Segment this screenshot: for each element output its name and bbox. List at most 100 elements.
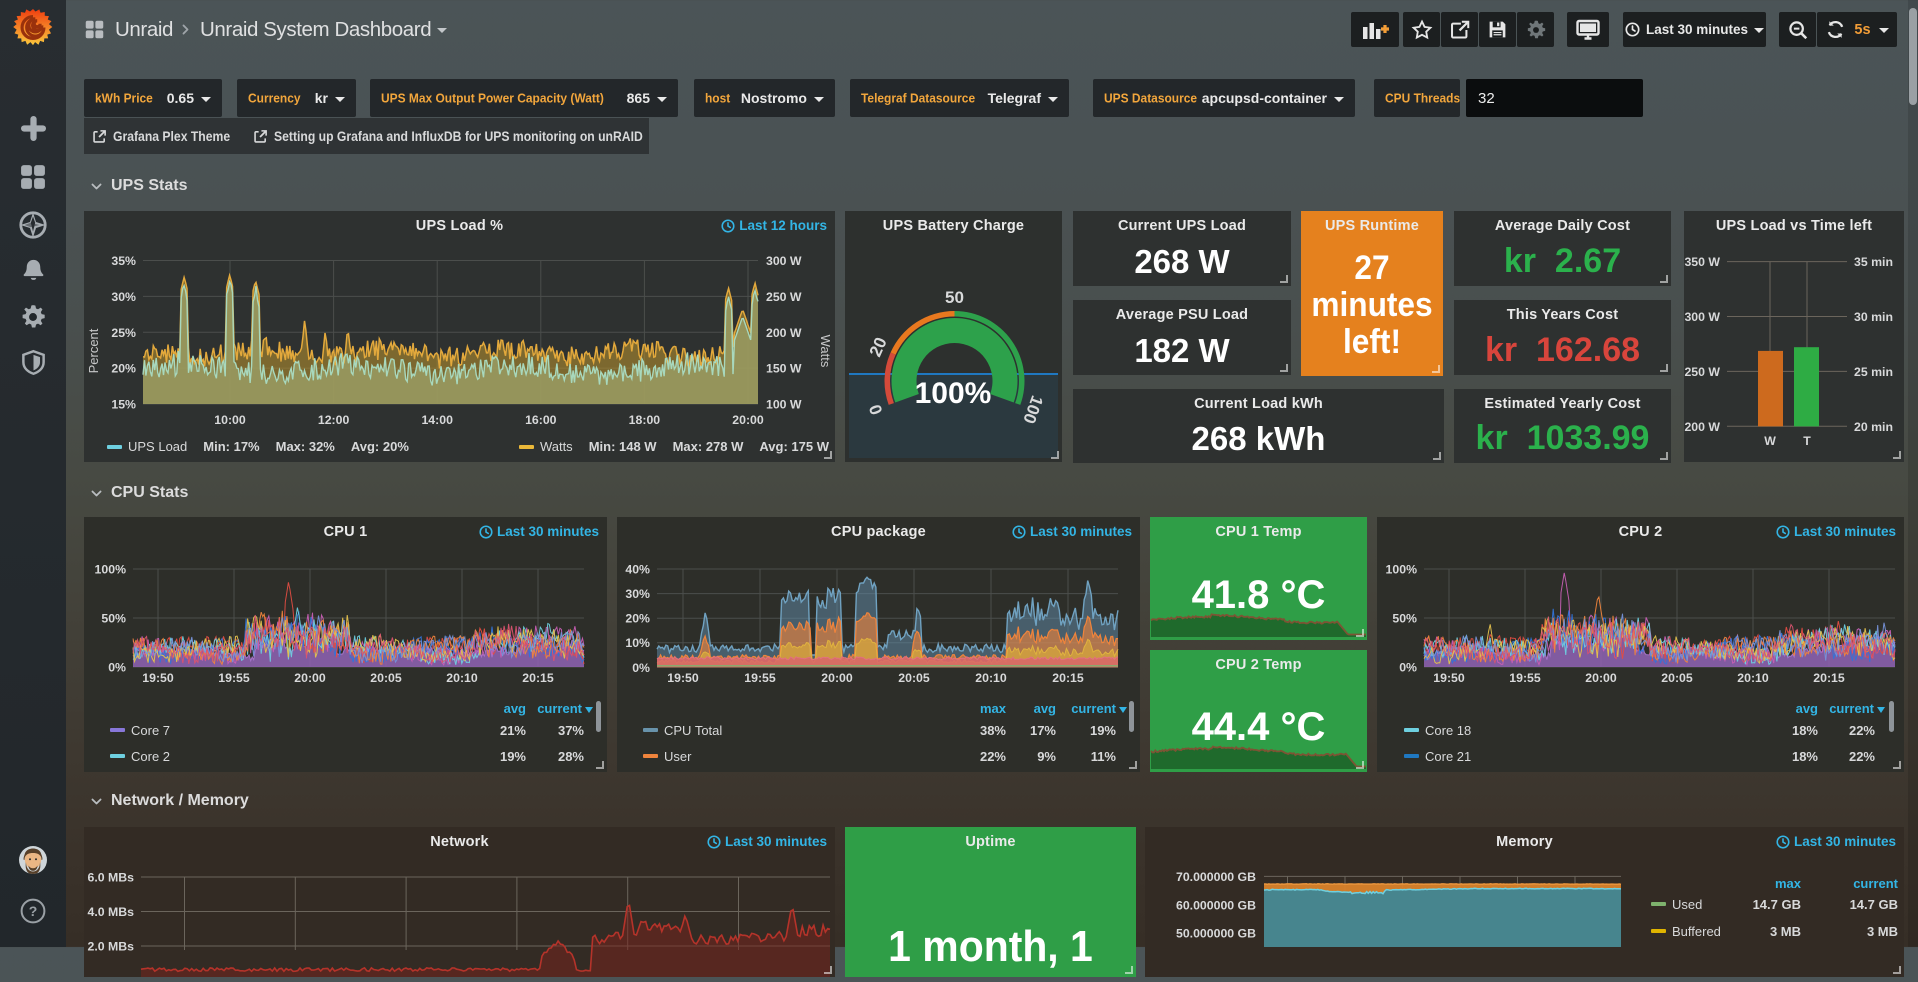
svg-text:20:15: 20:15 xyxy=(1052,671,1084,685)
svg-text:20:15: 20:15 xyxy=(1813,671,1845,685)
svg-text:19:50: 19:50 xyxy=(667,671,699,685)
svg-text:30%: 30% xyxy=(625,587,650,601)
svg-text:35%: 35% xyxy=(111,254,136,268)
svg-text:0%: 0% xyxy=(632,661,650,675)
svg-text:25 min: 25 min xyxy=(1854,365,1893,379)
svg-text:19:55: 19:55 xyxy=(744,671,776,685)
svg-text:?: ? xyxy=(29,903,38,919)
svg-text:22%: 22% xyxy=(980,749,1006,764)
svg-text:current: current xyxy=(537,701,582,716)
svg-text:30%: 30% xyxy=(111,290,136,304)
svg-text:19:50: 19:50 xyxy=(142,671,174,685)
svg-text:20:05: 20:05 xyxy=(370,671,402,685)
svg-text:20:00: 20:00 xyxy=(294,671,326,685)
svg-text:11%: 11% xyxy=(1091,749,1117,764)
svg-text:100 W: 100 W xyxy=(766,398,802,412)
svg-text:16:00: 16:00 xyxy=(525,413,557,427)
svg-text:22%: 22% xyxy=(1849,749,1875,764)
svg-text:60.000000 GB: 60.000000 GB xyxy=(1176,898,1256,912)
svg-text:37%: 37% xyxy=(558,723,584,738)
svg-text:35 min: 35 min xyxy=(1854,255,1893,269)
svg-text:200 W: 200 W xyxy=(766,326,802,340)
svg-text:0%: 0% xyxy=(108,661,126,675)
svg-text:50: 50 xyxy=(945,288,964,307)
svg-text:CPU Total: CPU Total xyxy=(664,723,722,738)
svg-text:20: 20 xyxy=(866,335,891,360)
svg-text:19%: 19% xyxy=(500,749,526,764)
svg-text:Core 2: Core 2 xyxy=(131,749,170,764)
svg-text:250 W: 250 W xyxy=(1684,365,1720,379)
svg-text:Watts: Watts xyxy=(818,335,833,368)
svg-text:38%: 38% xyxy=(980,723,1006,738)
svg-text:19:50: 19:50 xyxy=(1433,671,1465,685)
svg-text:Core 7: Core 7 xyxy=(131,723,170,738)
svg-text:Core 18: Core 18 xyxy=(1425,723,1471,738)
svg-text:10%: 10% xyxy=(625,636,650,650)
svg-text:20:10: 20:10 xyxy=(975,671,1007,685)
svg-text:50.000000 GB: 50.000000 GB xyxy=(1176,927,1256,941)
svg-text:14:00: 14:00 xyxy=(421,413,453,427)
svg-text:19%: 19% xyxy=(1090,723,1116,738)
svg-text:18%: 18% xyxy=(1792,749,1818,764)
svg-text:300 W: 300 W xyxy=(1684,310,1720,324)
svg-text:20 min: 20 min xyxy=(1854,420,1893,434)
svg-text:avg: avg xyxy=(1796,701,1818,716)
svg-text:W: W xyxy=(1764,434,1776,448)
svg-text:14.7 GB: 14.7 GB xyxy=(1850,897,1898,912)
svg-text:4.0 MBs: 4.0 MBs xyxy=(88,905,135,919)
svg-text:40%: 40% xyxy=(625,563,650,577)
svg-text:20:00: 20:00 xyxy=(821,671,853,685)
svg-text:max: max xyxy=(1775,876,1802,891)
svg-text:20:15: 20:15 xyxy=(522,671,554,685)
svg-text:20:05: 20:05 xyxy=(898,671,930,685)
svg-text:Used: Used xyxy=(1672,897,1702,912)
svg-text:200 W: 200 W xyxy=(1684,420,1720,434)
svg-text:12:00: 12:00 xyxy=(318,413,350,427)
svg-text:70.000000 GB: 70.000000 GB xyxy=(1176,870,1256,884)
svg-text:30 min: 30 min xyxy=(1854,310,1893,324)
svg-text:22%: 22% xyxy=(1849,723,1875,738)
svg-text:current: current xyxy=(1071,701,1116,716)
svg-text:300 W: 300 W xyxy=(766,254,802,268)
svg-text:20:00: 20:00 xyxy=(732,413,764,427)
svg-text:10:00: 10:00 xyxy=(214,413,246,427)
svg-text:avg: avg xyxy=(1034,701,1056,716)
svg-text:9%: 9% xyxy=(1037,749,1056,764)
svg-text:100%: 100% xyxy=(1386,563,1418,577)
svg-text:Core 21: Core 21 xyxy=(1425,749,1471,764)
svg-text:3 MB: 3 MB xyxy=(1770,924,1801,939)
svg-text:avg: avg xyxy=(504,701,526,716)
svg-text:150 W: 150 W xyxy=(766,362,802,376)
svg-text:current: current xyxy=(1853,876,1898,891)
svg-text:Percent: Percent xyxy=(86,328,101,373)
svg-text:18%: 18% xyxy=(1792,723,1818,738)
svg-text:0%: 0% xyxy=(1399,661,1417,675)
svg-text:350 W: 350 W xyxy=(1684,255,1720,269)
svg-text:14.7 GB: 14.7 GB xyxy=(1753,897,1801,912)
svg-text:28%: 28% xyxy=(558,749,584,764)
svg-text:20:10: 20:10 xyxy=(446,671,478,685)
svg-text:100%: 100% xyxy=(915,377,992,410)
svg-text:21%: 21% xyxy=(500,723,526,738)
svg-text:50%: 50% xyxy=(1392,612,1417,626)
svg-text:17%: 17% xyxy=(1030,723,1056,738)
svg-text:User: User xyxy=(664,749,692,764)
svg-text:19:55: 19:55 xyxy=(1509,671,1541,685)
svg-text:3 MB: 3 MB xyxy=(1867,924,1898,939)
svg-text:20%: 20% xyxy=(111,362,136,376)
svg-text:6.0 MBs: 6.0 MBs xyxy=(88,871,135,885)
svg-text:19:55: 19:55 xyxy=(218,671,250,685)
svg-text:18:00: 18:00 xyxy=(629,413,661,427)
svg-text:max: max xyxy=(980,701,1007,716)
svg-text:T: T xyxy=(1803,434,1811,448)
svg-text:250 W: 250 W xyxy=(766,290,802,304)
svg-text:25%: 25% xyxy=(111,326,136,340)
svg-text:50%: 50% xyxy=(101,612,126,626)
svg-text:current: current xyxy=(1829,701,1874,716)
svg-text:15%: 15% xyxy=(111,398,136,412)
svg-text:Buffered: Buffered xyxy=(1672,924,1721,939)
svg-text:100%: 100% xyxy=(95,563,127,577)
svg-text:20:05: 20:05 xyxy=(1661,671,1693,685)
svg-text:20:10: 20:10 xyxy=(1737,671,1769,685)
svg-text:20%: 20% xyxy=(625,612,650,626)
